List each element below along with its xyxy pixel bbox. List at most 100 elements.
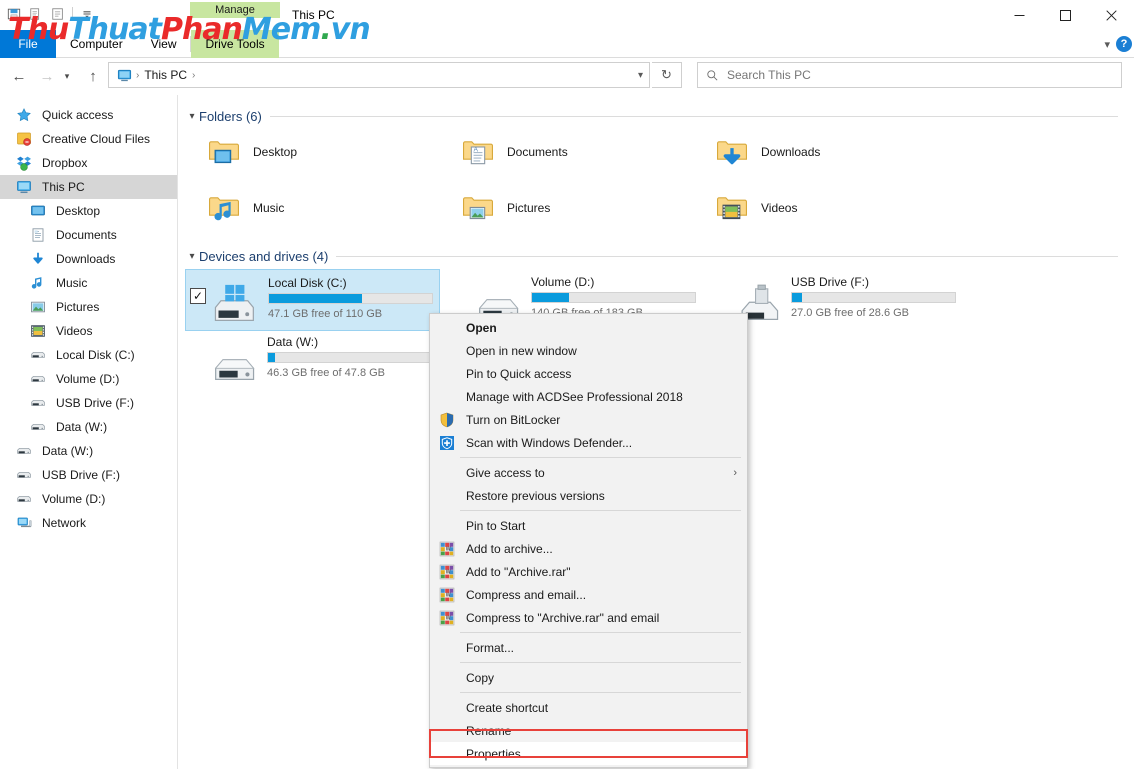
menu-item-label: Add to "Archive.rar" xyxy=(466,564,571,579)
forward-button[interactable]: → xyxy=(36,65,58,87)
sidebar-item-documents[interactable]: Documents xyxy=(0,223,177,247)
breadcrumb-separator-2[interactable]: › xyxy=(191,70,196,81)
menu-item-scan-with-windows-defender[interactable]: Scan with Windows Defender... xyxy=(430,431,747,454)
svg-text:A: A xyxy=(474,146,479,153)
drive-icon xyxy=(209,339,261,385)
drive-icon xyxy=(16,491,36,507)
menu-item-compress-and-email[interactable]: W Compress and email... xyxy=(430,583,747,606)
sidebar-item-this-pc[interactable]: This PC xyxy=(0,175,177,199)
sidebar-item-pictures[interactable]: Pictures xyxy=(0,295,177,319)
tab-view[interactable]: View xyxy=(137,30,191,58)
menu-item-open[interactable]: Open xyxy=(430,316,747,339)
sidebar-item-volume-d[interactable]: Volume (D:) xyxy=(0,367,177,391)
menu-item-add-to-archive-rar[interactable]: W Add to "Archive.rar" xyxy=(430,560,747,583)
ribbon-tab-bar: File Computer View Drive Tools ▾ ? xyxy=(0,30,1134,58)
menu-item-rename[interactable]: Rename xyxy=(430,719,747,742)
sidebar-item-volume-d[interactable]: Volume (D:) xyxy=(0,487,177,511)
drive-icon xyxy=(30,371,50,387)
save-icon[interactable] xyxy=(4,4,24,24)
sidebar-item-videos[interactable]: Videos xyxy=(0,319,177,343)
folder-tile[interactable]: A Documents xyxy=(455,129,568,175)
sidebar-item-downloads[interactable]: Downloads xyxy=(0,247,177,271)
drive-usage-bar xyxy=(268,293,433,304)
sidebar-item-creative-cloud-files[interactable]: Creative Cloud Files xyxy=(0,127,177,151)
sidebar-item-label: Quick access xyxy=(42,108,114,122)
sidebar-item-usb-drive-f[interactable]: USB Drive (F:) xyxy=(0,463,177,487)
tab-computer[interactable]: Computer xyxy=(56,30,137,58)
menu-item-pin-to-quick-access[interactable]: Pin to Quick access xyxy=(430,362,747,385)
folder-documents-icon: A xyxy=(455,129,501,175)
menu-item-give-access-to[interactable]: Give access to › xyxy=(430,461,747,484)
winrar-icon: W xyxy=(436,587,458,603)
menu-item-properties[interactable]: Properties xyxy=(430,742,747,765)
search-box[interactable]: Search This PC xyxy=(697,62,1122,88)
window-title: This PC xyxy=(292,8,335,22)
creative-cloud-icon xyxy=(16,131,36,147)
sidebar-item-network[interactable]: Network xyxy=(0,511,177,535)
properties-icon[interactable] xyxy=(48,4,68,24)
drives-group-header[interactable]: ▾ Devices and drives (4) xyxy=(185,245,1134,267)
close-button[interactable] xyxy=(1088,0,1134,30)
up-button[interactable]: ↑ xyxy=(82,65,104,87)
menu-item-pin-to-start[interactable]: Pin to Start xyxy=(430,514,747,537)
menu-icon-placeholder xyxy=(436,366,458,382)
menu-item-label: Scan with Windows Defender... xyxy=(466,435,633,450)
menu-item-manage-with-acdsee-professional-2018[interactable]: Manage with ACDSee Professional 2018 xyxy=(430,385,747,408)
menu-item-copy[interactable]: Copy xyxy=(430,666,747,689)
sidebar-item-data-w[interactable]: Data (W:) xyxy=(0,415,177,439)
videos-icon xyxy=(30,323,50,339)
sidebar-item-local-disk-c[interactable]: Local Disk (C:) xyxy=(0,343,177,367)
menu-item-add-to-archive[interactable]: W Add to archive... xyxy=(430,537,747,560)
search-input[interactable]: Search This PC xyxy=(727,68,811,82)
chevron-down-icon[interactable]: ▾ xyxy=(185,111,199,122)
address-bar[interactable]: › This PC › ▾ xyxy=(108,62,650,88)
menu-item-label: Format... xyxy=(466,640,515,655)
back-button[interactable]: ← xyxy=(8,65,30,87)
menu-item-create-shortcut[interactable]: Create shortcut xyxy=(430,696,747,719)
folder-tile[interactable]: Downloads xyxy=(709,129,820,175)
chevron-down-icon[interactable]: ▾ xyxy=(185,251,199,262)
minimize-button[interactable] xyxy=(996,0,1042,30)
sidebar-item-label: This PC xyxy=(42,180,85,194)
folder-pictures-icon xyxy=(455,185,501,231)
drive-checkbox[interactable]: ✓ xyxy=(190,288,206,304)
folder-tile[interactable]: Pictures xyxy=(455,185,550,231)
sidebar-item-music[interactable]: Music xyxy=(0,271,177,295)
chevron-down-icon[interactable]: ▾ xyxy=(638,70,643,81)
chevron-down-icon[interactable]: ▾ xyxy=(1104,38,1110,51)
menu-item-compress-to-archive-rar-and-email[interactable]: W Compress to "Archive.rar" and email xyxy=(430,606,747,629)
maximize-button[interactable] xyxy=(1042,0,1088,30)
drive-tile[interactable]: Data (W:) 46.3 GB free of 47.8 GB xyxy=(185,329,438,389)
menu-item-format[interactable]: Format... xyxy=(430,636,747,659)
folder-music-icon xyxy=(201,185,247,231)
sidebar-item-data-w[interactable]: Data (W:) xyxy=(0,439,177,463)
sidebar-item-desktop[interactable]: Desktop xyxy=(0,199,177,223)
folder-tile[interactable]: Desktop xyxy=(201,129,297,175)
drive-free-space: 47.1 GB free of 110 GB xyxy=(268,308,383,320)
help-icon[interactable]: ? xyxy=(1116,36,1132,52)
folder-tile[interactable]: Videos xyxy=(709,185,797,231)
menu-item-label: Properties xyxy=(466,746,521,761)
tab-file[interactable]: File xyxy=(0,30,56,58)
sidebar-item-label: Dropbox xyxy=(42,156,88,170)
file-explorer-window: Manage This PC File Computer View Drive … xyxy=(0,0,1134,769)
menu-item-open-in-new-window[interactable]: Open in new window xyxy=(430,339,747,362)
menu-item-label: Manage with ACDSee Professional 2018 xyxy=(466,389,683,404)
new-folder-icon[interactable] xyxy=(26,4,46,24)
customize-icon[interactable] xyxy=(77,4,97,24)
menu-item-turn-on-bitlocker[interactable]: Turn on BitLocker xyxy=(430,408,747,431)
sidebar-item-quick-access[interactable]: Quick access xyxy=(0,103,177,127)
recent-locations-button[interactable]: ▾ xyxy=(60,65,74,87)
tab-drive-tools[interactable]: Drive Tools xyxy=(191,30,279,58)
refresh-button[interactable]: ↻ xyxy=(652,62,682,88)
folders-group-header[interactable]: ▾ Folders (6) xyxy=(185,105,1134,127)
menu-item-restore-previous-versions[interactable]: Restore previous versions xyxy=(430,484,747,507)
window-controls xyxy=(996,0,1134,30)
menu-icon-placeholder xyxy=(436,343,458,359)
drive-free-space: 46.3 GB free of 47.8 GB xyxy=(267,367,386,379)
breadcrumb-this-pc[interactable]: This PC xyxy=(140,68,191,82)
folder-tile[interactable]: Music xyxy=(201,185,284,231)
sidebar-item-usb-drive-f[interactable]: USB Drive (F:) xyxy=(0,391,177,415)
drive-tile[interactable]: ✓ Local Disk (C:) 47.1 GB free of 110 GB xyxy=(185,269,440,331)
sidebar-item-dropbox[interactable]: Dropbox xyxy=(0,151,177,175)
